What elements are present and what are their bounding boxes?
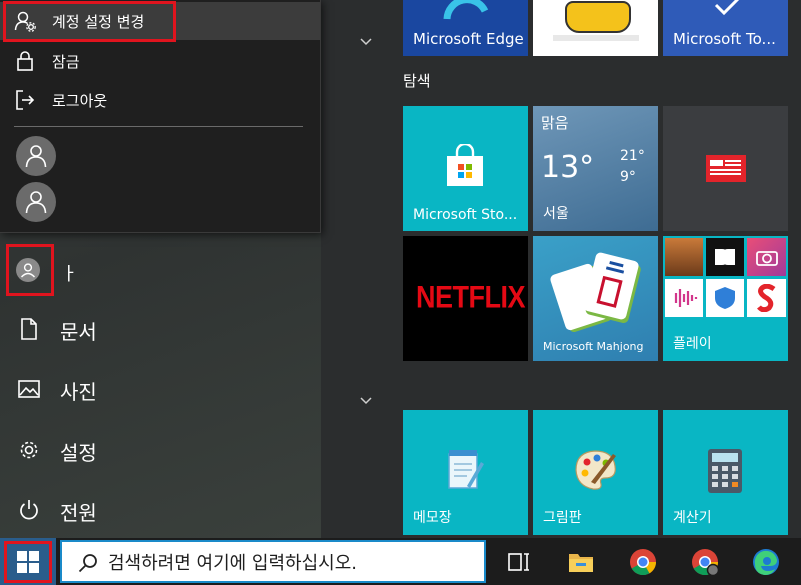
tile-calculator[interactable]: 계산기	[663, 410, 788, 535]
play-app-shield	[706, 279, 744, 317]
tile-todo-label: Microsoft To...	[673, 30, 776, 48]
tile-news[interactable]	[663, 106, 788, 231]
tile-edge-label: Microsoft Edge	[413, 30, 524, 48]
nav-documents[interactable]: 문서	[0, 306, 321, 352]
tile-play-folder[interactable]: 플레이	[663, 236, 788, 361]
netflix-logo-text: NETFLIX	[416, 279, 526, 315]
current-user-name: ㅏ	[61, 264, 78, 285]
nav-settings-label: 설정	[60, 441, 97, 465]
nav-power-label: 전원	[60, 501, 97, 525]
weather-condition: 맑음	[541, 114, 569, 132]
lock-icon	[14, 50, 36, 72]
tile-paint[interactable]: 그림판	[533, 410, 658, 535]
play-app-1	[665, 238, 703, 276]
mahjong-tile-front	[582, 251, 640, 321]
chrome-icon[interactable]	[629, 548, 657, 576]
popup-divider	[14, 126, 303, 127]
edge-logo-icon	[443, 0, 489, 20]
search-input[interactable]	[106, 548, 480, 578]
news-icon	[706, 155, 746, 182]
sign-out-label: 로그아웃	[52, 92, 108, 110]
tile-notepad-label: 메모장	[413, 510, 452, 526]
calculator-icon	[708, 449, 742, 493]
weather-city: 서울	[543, 206, 569, 222]
weather-high: 21°	[620, 148, 645, 164]
task-view-icon[interactable]	[505, 548, 533, 576]
gear-icon	[18, 439, 40, 461]
play-app-dolby	[706, 238, 744, 276]
power-icon	[18, 499, 40, 521]
weather-temperature: 13°	[541, 150, 595, 185]
tile-notepad[interactable]: 메모장	[403, 410, 528, 535]
tile-game-thumbnail[interactable]	[533, 0, 658, 56]
paint-palette-icon	[575, 450, 616, 490]
tile-play-label: 플레이	[673, 336, 712, 352]
nav-pictures-label: 사진	[60, 380, 97, 404]
group-title-explore: 탐색	[403, 72, 431, 90]
tile-edge[interactable]: Microsoft Edge	[403, 0, 528, 56]
nav-pictures[interactable]: 사진	[0, 366, 321, 412]
chrome-profile-icon[interactable]	[691, 548, 719, 576]
highlight-user-avatar	[6, 244, 54, 296]
highlight-change-settings	[3, 1, 176, 42]
tile-todo[interactable]: Microsoft To...	[663, 0, 788, 56]
other-user-avatar-2[interactable]	[16, 182, 56, 222]
collapse-chevron-icon[interactable]	[357, 395, 375, 407]
other-user-avatar-1[interactable]	[16, 136, 56, 176]
tile-netflix[interactable]: NETFLIX	[403, 236, 528, 361]
taskbar	[0, 538, 801, 585]
notepad-icon	[448, 450, 484, 489]
document-icon	[18, 318, 40, 340]
tile-store-label: Microsoft Sto...	[413, 207, 518, 223]
play-app-camera	[747, 238, 786, 276]
collapse-chevron-icon[interactable]	[357, 36, 375, 48]
tile-weather[interactable]: 맑음 13° 21° 9° 서울	[533, 106, 658, 231]
lock-item[interactable]: 잠금	[0, 42, 320, 80]
tile-paint-label: 그림판	[543, 510, 582, 526]
nav-documents-label: 문서	[60, 320, 97, 344]
game-character-image	[565, 1, 631, 33]
game-thumbnail-banner	[553, 35, 639, 41]
search-icon	[78, 554, 97, 573]
file-explorer-icon[interactable]	[567, 548, 595, 576]
lock-label: 잠금	[52, 53, 80, 71]
tile-store[interactable]: Microsoft Sto...	[403, 106, 528, 231]
play-app-audio	[665, 279, 703, 317]
weather-low: 9°	[620, 169, 636, 185]
tile-calculator-label: 계산기	[673, 510, 712, 526]
pictures-icon	[18, 378, 40, 400]
todo-check-icon	[714, 0, 740, 16]
highlight-start-button	[4, 541, 52, 583]
nav-power[interactable]: 전원	[0, 487, 321, 533]
edge-icon[interactable]	[752, 548, 780, 576]
nav-settings[interactable]: 설정	[0, 427, 321, 473]
sign-out-item[interactable]: 로그아웃	[0, 81, 320, 119]
play-app-s	[747, 279, 786, 317]
tile-mahjong[interactable]: Microsoft Mahjong	[533, 236, 658, 361]
tile-mahjong-label: Microsoft Mahjong	[543, 340, 644, 353]
taskbar-search-box[interactable]	[60, 540, 486, 583]
sign-out-icon	[14, 89, 36, 111]
store-bag-icon	[447, 144, 483, 186]
